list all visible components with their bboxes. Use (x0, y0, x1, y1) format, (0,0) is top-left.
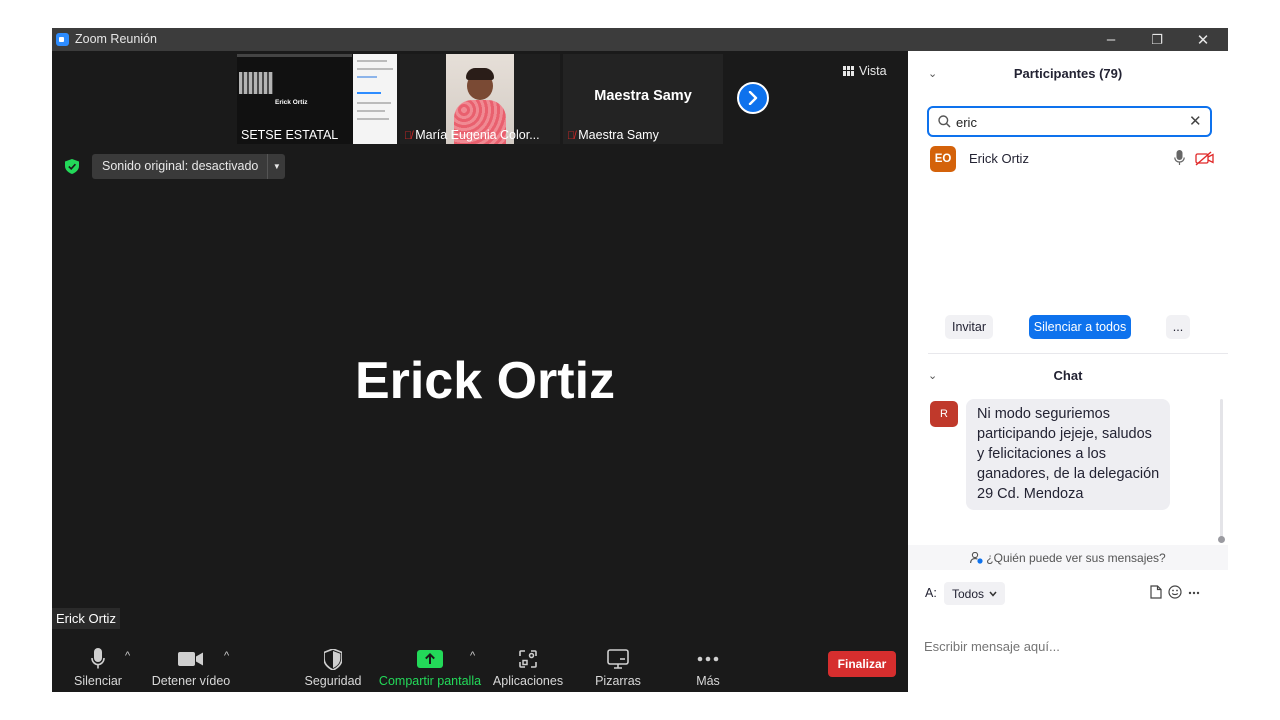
apps-button[interactable]: Aplicaciones (492, 636, 564, 692)
maximize-button[interactable]: ❐ (1134, 28, 1180, 51)
recipient-select[interactable]: Todos (944, 582, 1006, 605)
view-button-label: Vista (859, 64, 887, 78)
whiteboards-label: Pizarras (595, 674, 641, 688)
who-can-see-link[interactable]: ¿Quién puede ver sus mensajes? (908, 545, 1228, 570)
chevron-up-icon[interactable]: ^ (224, 650, 229, 662)
speaker-name-label: Erick Ortiz (52, 608, 120, 629)
chat-recipient-row: A: Todos (925, 582, 1225, 606)
original-sound-button[interactable]: Sonido original: desactivado ▼ (92, 154, 286, 179)
whiteboards-button[interactable]: Pizarras (593, 636, 643, 692)
apps-label: Aplicaciones (492, 674, 564, 688)
video-camera-icon (178, 652, 203, 666)
share-screen-label: Compartir pantalla (378, 674, 482, 688)
video-stage: Erick Ortiz SETSE ESTATAL 🎙̸ María Eugeni… (52, 51, 908, 692)
participant-search-input[interactable] (956, 113, 1176, 131)
share-screen-button[interactable]: Compartir pantalla (377, 636, 483, 692)
apps-icon (519, 650, 537, 668)
active-speaker-name: Erick Ortiz (354, 352, 616, 410)
encryption-shield-icon[interactable] (65, 159, 79, 174)
chat-scrollbar[interactable] (1220, 399, 1223, 537)
security-button[interactable]: Seguridad (304, 636, 362, 692)
chevron-up-icon[interactable]: ^ (470, 650, 475, 662)
participant-thumbnail[interactable]: Erick Ortiz SETSE ESTATAL (237, 54, 397, 144)
view-button[interactable]: Vista (843, 64, 887, 78)
more-button[interactable]: Más (686, 636, 730, 692)
side-panel: ⌄ Participantes (79) ✕ EO Erick Ortiz In… (908, 51, 1228, 692)
title-bar: Zoom Reunión – ❐ ✕ (52, 28, 1228, 51)
whiteboard-icon (607, 649, 629, 669)
stop-video-button[interactable]: Detener vídeo (152, 636, 230, 692)
video-off-icon[interactable] (1195, 151, 1214, 166)
stop-video-label: Detener vídeo (151, 674, 231, 688)
person-info-icon (970, 551, 983, 564)
thumbnail-center-name: Maestra Samy (594, 88, 692, 104)
more-dots-icon[interactable] (1188, 591, 1200, 595)
participants-title: Participantes (79) (1013, 66, 1123, 81)
microphone-icon[interactable] (1174, 150, 1185, 166)
grid-view-icon (843, 66, 854, 76)
thumbnail-name: María Eugenia Color... (415, 128, 540, 142)
clear-search-icon[interactable]: ✕ (1189, 112, 1202, 130)
more-label: Más (696, 674, 720, 688)
share-screen-icon (417, 650, 443, 668)
thumbnail-name: Maestra Samy (578, 128, 659, 142)
mute-label: Silenciar (74, 674, 122, 688)
end-meeting-button[interactable]: Finalizar (828, 651, 896, 677)
security-shield-icon (324, 648, 342, 670)
security-label: Seguridad (304, 674, 362, 688)
chevron-down-icon (989, 591, 997, 597)
chat-message: Ni modo seguriemos participando jejeje, … (966, 399, 1170, 510)
chevron-right-icon (748, 91, 758, 105)
zoom-app-icon (56, 33, 69, 46)
mute-all-button[interactable]: Silenciar a todos (1029, 315, 1131, 339)
caret-down-icon[interactable]: ▼ (267, 154, 285, 179)
chat-title: Chat (1053, 368, 1083, 383)
mic-muted-icon: 🎙̸ (567, 130, 576, 142)
close-button[interactable]: ✕ (1180, 28, 1226, 51)
thumbnail-name: SETSE ESTATAL (241, 128, 339, 142)
minimize-button[interactable]: – (1088, 28, 1134, 51)
invite-button[interactable]: Invitar (945, 315, 993, 339)
recipient-label: A: (925, 586, 937, 600)
search-icon (938, 115, 951, 128)
chat-scrollbar-thumb[interactable] (1218, 536, 1225, 543)
microphone-icon (91, 648, 105, 669)
participant-name: Erick Ortiz (969, 151, 1029, 166)
participant-thumbnail[interactable]: 🎙̸ María Eugenia Color... (400, 54, 560, 144)
shared-screen-text: Erick Ortiz (275, 99, 308, 106)
participant-search-box[interactable]: ✕ (927, 106, 1212, 137)
meeting-toolbar: Silenciar ^ Detener vídeo ^ Seguridad Co… (52, 636, 908, 692)
participant-thumbnail[interactable]: Maestra Samy 🎙̸ Maestra Samy (563, 54, 723, 144)
file-icon[interactable] (1150, 585, 1162, 599)
next-page-button[interactable] (737, 82, 769, 114)
avatar: EO (930, 146, 956, 172)
chat-message-input[interactable] (924, 636, 1214, 656)
zoom-window: Zoom Reunión – ❐ ✕ Erick Ortiz SETSE EST… (52, 28, 1228, 692)
shared-screen-sidebar-preview (353, 54, 397, 144)
chevron-up-icon[interactable]: ^ (125, 650, 130, 662)
recipient-value: Todos (952, 586, 985, 601)
emoji-icon[interactable] (1168, 585, 1182, 599)
window-title: Zoom Reunión (75, 32, 157, 46)
participant-row[interactable]: EO Erick Ortiz (930, 146, 1220, 172)
avatar: R (930, 401, 958, 427)
mic-muted-icon: 🎙̸ (404, 130, 413, 142)
panel-divider (928, 353, 1228, 354)
original-sound-label: Sonido original: desactivado (102, 159, 259, 173)
who-can-see-label: ¿Quién puede ver sus mensajes? (986, 550, 1166, 565)
mute-button[interactable]: Silenciar (74, 636, 122, 692)
participants-more-button[interactable]: ... (1166, 315, 1190, 339)
more-dots-icon (697, 656, 719, 662)
